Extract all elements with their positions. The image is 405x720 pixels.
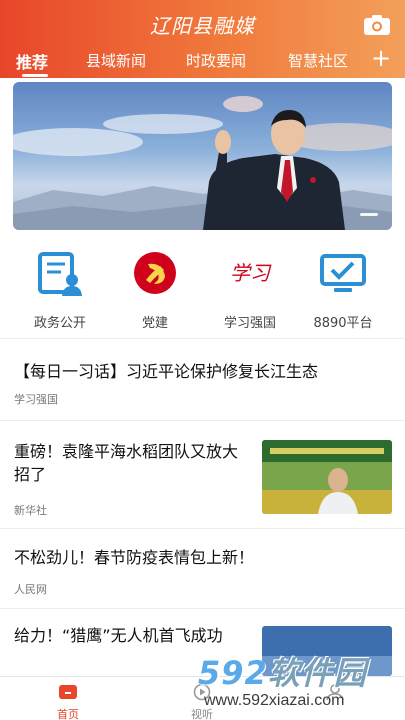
top-header: 辽阳县融媒 推荐 县域新闻 时政要闻 智慧社区 + xyxy=(0,0,405,78)
news-thumbnail[interactable] xyxy=(262,440,392,514)
nav-home[interactable]: 首页 xyxy=(38,683,98,720)
app-title: 辽阳县融媒 xyxy=(150,14,255,38)
tab-politics[interactable]: 时政要闻 xyxy=(186,50,246,71)
news-source: 人民网 xyxy=(14,583,47,596)
watermark-url: www.592xiazai.com xyxy=(204,692,345,709)
section-divider xyxy=(0,338,405,339)
quick-link-8890[interactable]: 8890平台 xyxy=(298,250,388,331)
watermark-brand-cn: 软件园 xyxy=(267,654,367,692)
quick-link-party[interactable]: 党建 xyxy=(110,250,200,331)
quick-link-label: 8890平台 xyxy=(313,316,373,331)
news-title: 不松劲儿！春节防疫表情包上新！ xyxy=(14,548,255,567)
news-item[interactable]: 重磅！袁隆平海水稻团队又放大招了 新华社 xyxy=(14,440,246,518)
tab-recommend[interactable]: 推荐 xyxy=(16,49,48,73)
news-divider xyxy=(0,528,405,529)
monitor-check-icon xyxy=(320,254,366,292)
quick-link-label: 学习强国 xyxy=(223,316,276,331)
xuexi-logo-icon: 学习 xyxy=(230,261,272,285)
news-source: 学习强国 xyxy=(14,393,58,406)
add-tab-plus-icon[interactable]: + xyxy=(369,46,393,71)
nav-home-label: 首页 xyxy=(57,708,79,720)
svg-text:学习: 学习 xyxy=(230,261,272,285)
news-source: 新华社 xyxy=(14,504,47,517)
watermark-brand: 592软件园 xyxy=(198,648,367,694)
home-icon xyxy=(59,685,77,699)
tab-smart-community[interactable]: 智慧社区 xyxy=(288,50,348,71)
watermark-overlay: 592软件园 www.592xiazai.com xyxy=(198,648,405,720)
party-emblem-icon xyxy=(134,252,176,294)
banner-carousel[interactable] xyxy=(13,82,392,230)
tab-county-news[interactable]: 县域新闻 xyxy=(86,50,146,71)
news-item[interactable]: 给力！“猎鹰”无人机首飞成功 xyxy=(14,624,246,647)
camera-icon[interactable] xyxy=(363,14,391,36)
active-tab-indicator xyxy=(22,74,48,77)
news-title: 重磅！袁隆平海水稻团队又放大招了 xyxy=(14,442,239,484)
news-item[interactable]: 不松劲儿！春节防疫表情包上新！ 人民网 xyxy=(14,546,394,597)
news-item[interactable]: 【每日一习话】习近平论保护修复长江生态 学习强国 xyxy=(14,360,394,407)
quick-link-xuexi[interactable]: 学习 学习强国 xyxy=(205,250,295,331)
quick-link-label: 党建 xyxy=(141,316,168,331)
watermark-brand-num: 592 xyxy=(198,654,268,692)
carousel-indicator xyxy=(360,201,378,220)
quick-links: 政务公开 党建 学习 学习强国 8890平台 xyxy=(0,250,405,331)
quick-link-government[interactable]: 政务公开 xyxy=(15,250,105,331)
government-affairs-icon xyxy=(38,252,82,296)
news-title: 给力！“猎鹰”无人机首飞成功 xyxy=(14,626,223,645)
news-title: 【每日一习话】习近平论保护修复长江生态 xyxy=(14,362,319,381)
quick-link-label: 政务公开 xyxy=(33,316,86,331)
news-divider xyxy=(0,420,405,421)
news-divider xyxy=(0,608,405,609)
channel-tabs: 推荐 县域新闻 时政要闻 智慧社区 + xyxy=(0,46,405,78)
banner-image xyxy=(13,96,392,230)
